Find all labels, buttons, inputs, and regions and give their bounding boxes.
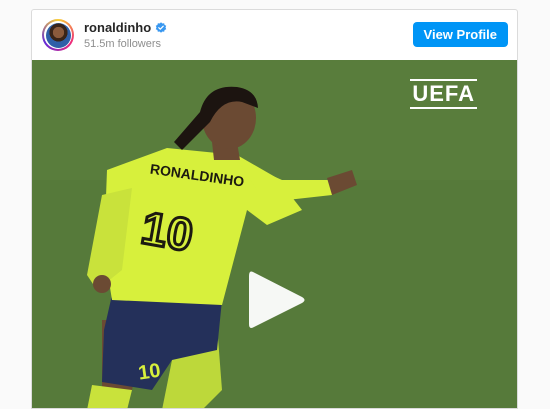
- view-profile-button[interactable]: View Profile: [412, 22, 508, 47]
- verified-badge-icon: [155, 21, 167, 34]
- video-frame: 10 RONALDINHO 10: [32, 60, 517, 408]
- user-row: ronaldinho: [84, 20, 167, 35]
- username-link[interactable]: ronaldinho: [84, 20, 151, 35]
- video-media[interactable]: 10 RONALDINHO 10 UEFA: [32, 60, 517, 408]
- user-info: ronaldinho 51.5m followers: [84, 20, 167, 50]
- embed-header: ronaldinho 51.5m followers View Profile: [32, 10, 517, 60]
- avatar[interactable]: [42, 19, 74, 51]
- avatar-ring: [44, 21, 72, 49]
- jersey-number: 10: [138, 201, 197, 261]
- follower-count: 51.5m followers: [84, 38, 162, 50]
- play-icon[interactable]: [247, 268, 307, 332]
- uefa-watermark: UEFA: [410, 79, 477, 109]
- instagram-embed: ronaldinho 51.5m followers View Profile: [31, 9, 518, 409]
- shorts-number: 10: [137, 360, 162, 385]
- avatar-photo: [45, 22, 71, 48]
